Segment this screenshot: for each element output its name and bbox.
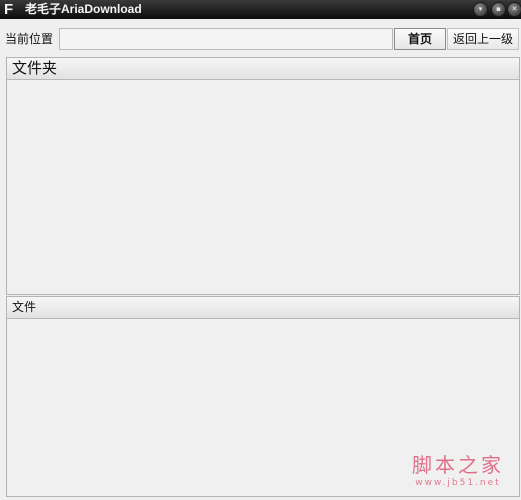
folder-list-header: 文件夹 xyxy=(7,58,519,80)
current-location-label: 当前位置 xyxy=(5,32,54,46)
path-input[interactable] xyxy=(59,28,393,50)
minimize-button[interactable]: ▾ xyxy=(474,3,487,16)
home-button[interactable]: 首页 xyxy=(394,28,446,50)
app-logo-icon: F xyxy=(4,1,14,18)
watermark-url: www.jb51.net xyxy=(415,478,501,488)
file-list-header: 文件 xyxy=(7,297,519,319)
maximize-icon: ▪ xyxy=(496,5,501,13)
back-up-button[interactable]: 返回上一级 xyxy=(447,28,519,50)
window-title: 老毛子AriaDownload xyxy=(25,2,142,16)
folder-list-body[interactable] xyxy=(7,80,519,294)
close-icon: ✕ xyxy=(511,5,518,13)
maximize-button[interactable]: ▪ xyxy=(492,3,505,16)
minimize-icon: ▾ xyxy=(478,5,483,13)
watermark-title: 脚本之家 xyxy=(412,453,504,477)
folder-list-panel[interactable]: 文件夹 xyxy=(6,57,520,295)
app-window: F 老毛子AriaDownload ▾ ▪ ✕ 当前位置 首页 返回上一级 文件… xyxy=(0,0,521,500)
title-bar[interactable]: F 老毛子AriaDownload ▾ ▪ ✕ xyxy=(0,0,521,19)
close-button[interactable]: ✕ xyxy=(508,3,521,16)
watermark: 脚本之家 www.jb51.net xyxy=(400,453,516,495)
